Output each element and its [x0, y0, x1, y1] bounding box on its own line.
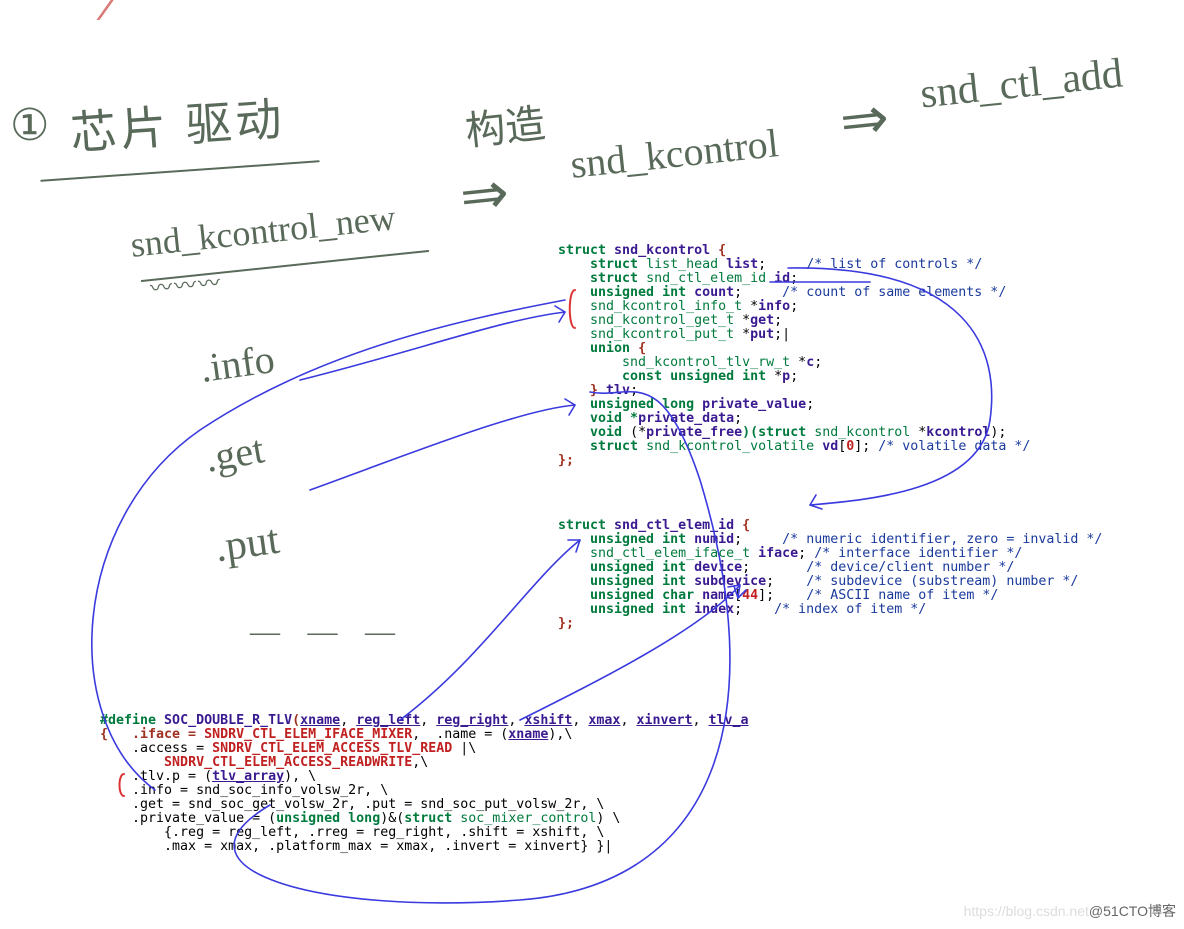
wavy-underline: 〰〰〰 — [149, 265, 224, 303]
hand-arrow-1: ⇒ — [457, 158, 512, 231]
hand-circle-number: ① — [10, 100, 49, 151]
hand-arrow-2: ⇒ — [837, 83, 892, 156]
watermark-site: @51CTO博客 — [1089, 903, 1176, 919]
code-define-macro: #define SOC_DOUBLE_R_TLV(xname, reg_left… — [100, 700, 749, 868]
hand-get: .get — [201, 425, 267, 482]
code-struct-snd-kcontrol: struct snd_kcontrol { struct list_head l… — [558, 230, 1030, 482]
hand-snd-kcontrol: snd_kcontrol — [568, 119, 781, 188]
hand-snd-ctl-add: snd_ctl_add — [918, 50, 1125, 119]
diagram-canvas: ⟋ ① 芯片 驱动 snd_kcontrol_new 〰〰〰 构造 ⇒ snd_… — [0, 0, 1184, 929]
underline-left-title — [40, 160, 319, 182]
hand-info: .info — [197, 335, 277, 392]
watermark-url: https://blog.csdn.net — [964, 903, 1089, 919]
watermark: https://blog.csdn.net@51CTO博客 — [964, 901, 1176, 921]
code-struct-snd-ctl-elem-id: struct snd_ctl_elem_id { unsigned int nu… — [558, 505, 1102, 645]
hand-put: .put — [212, 516, 282, 572]
kw-struct: struct — [558, 243, 606, 258]
hand-red-stroke: ⟋ — [93, 0, 131, 32]
hand-snd-kcontrol-new: snd_kcontrol_new — [129, 196, 398, 266]
hand-center-label: 构造 — [462, 91, 548, 157]
hand-dots: — — — — [250, 615, 405, 649]
hand-left-title: 芯片 驱动 — [68, 83, 288, 164]
